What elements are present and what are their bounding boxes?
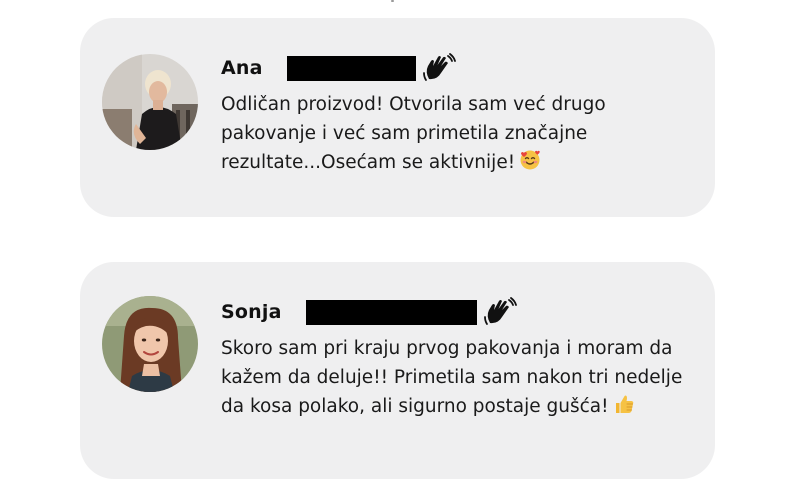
redaction-bar	[305, 299, 477, 325]
avatar-photo-ana	[102, 54, 198, 150]
avatar	[102, 54, 198, 150]
reviewer-name: Sonja	[221, 301, 282, 323]
reviewer-name: Ana	[221, 57, 263, 79]
avatar-photo-sonja	[102, 296, 198, 392]
review-text: Odličan proizvod! Otvorila sam već drugo…	[221, 90, 691, 180]
review-card: Sonja Skoro sam pri kraju prvog pakovanj…	[80, 262, 715, 479]
reviewer-header: Ana	[221, 53, 456, 83]
review-card: Ana Odličan proizvod! Otvorila sam već d…	[80, 18, 715, 217]
waving-hand-icon	[483, 297, 517, 327]
reviewer-header: Sonja	[221, 297, 517, 327]
review-text-content: Odličan proizvod! Otvorila sam već drugo…	[221, 94, 606, 173]
smiling-face-with-hearts-icon	[519, 149, 541, 180]
redaction-bar	[286, 55, 416, 81]
top-divider-mark	[391, 0, 394, 2]
thumbs-up-icon	[613, 393, 635, 424]
avatar	[102, 296, 198, 392]
review-text: Skoro sam pri kraju prvog pakovanja i mo…	[221, 334, 691, 424]
waving-hand-icon	[422, 53, 456, 83]
